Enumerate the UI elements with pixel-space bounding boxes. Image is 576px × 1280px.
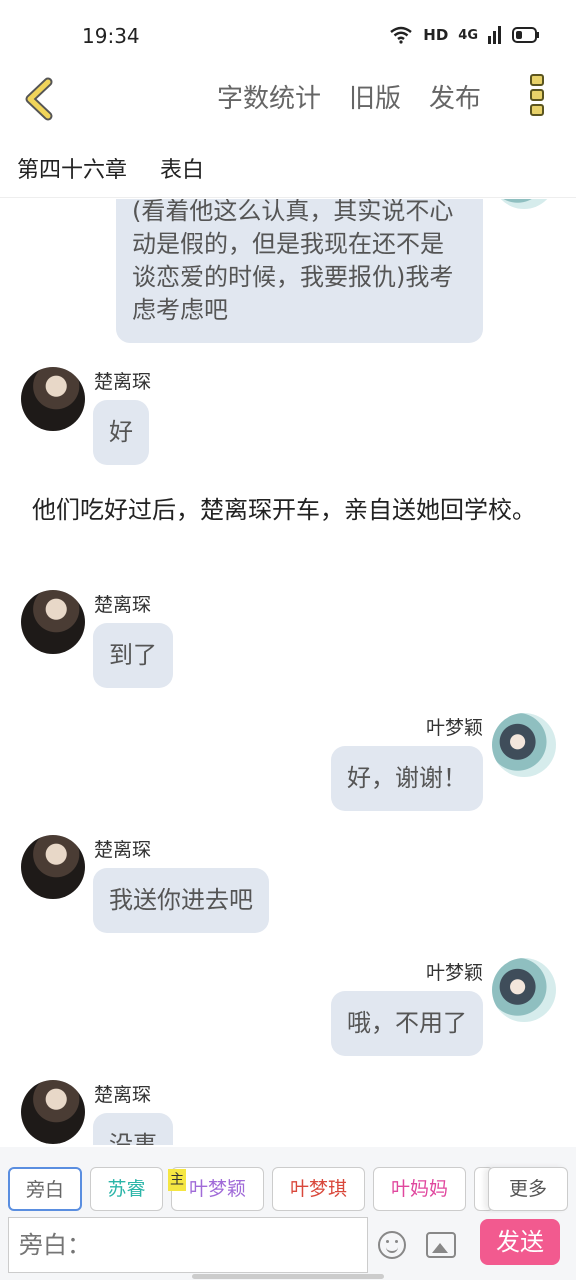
role-selector: 旁白 苏睿 叶梦颖 叶梦琪 叶妈妈 更多 bbox=[0, 1147, 576, 1213]
chat-bubble[interactable]: 我送你进去吧 bbox=[93, 868, 269, 933]
sender-name: 楚离琛 bbox=[94, 839, 152, 861]
network-type: 4G bbox=[458, 27, 478, 43]
more-dot bbox=[530, 104, 544, 116]
role-narrator[interactable]: 旁白 bbox=[8, 1167, 82, 1211]
main-role-badge: 主 bbox=[168, 1169, 186, 1191]
sender-name: 楚离琛 bbox=[94, 594, 152, 616]
avatar[interactable] bbox=[21, 590, 85, 654]
more-dots-icon bbox=[530, 74, 544, 86]
chat-bubble[interactable]: 哦，不用了 bbox=[331, 991, 483, 1056]
chat-bubble[interactable]: 好，谢谢！ bbox=[331, 746, 483, 811]
avatar[interactable] bbox=[21, 1080, 85, 1144]
chat-bubble[interactable]: (看着他这么认真，其实说不心动是假的，但是我现在还不是谈恋爱的时候，我要报仇)我… bbox=[116, 199, 483, 343]
sender-name: 楚离琛 bbox=[94, 371, 152, 393]
input-row: 发送 bbox=[0, 1213, 576, 1280]
avatar[interactable] bbox=[21, 367, 85, 431]
narration-text[interactable]: 他们吃好过后，楚离琛开车，亲自送她回学校。 bbox=[32, 492, 542, 528]
battery-icon bbox=[512, 27, 539, 43]
avatar[interactable] bbox=[492, 958, 556, 1022]
word-count-button[interactable]: 字数统计 bbox=[217, 78, 321, 115]
top-nav: 字数统计 旧版 发布 bbox=[0, 68, 576, 126]
signal-icon bbox=[488, 26, 501, 44]
nav-actions: 字数统计 旧版 发布 bbox=[217, 78, 481, 115]
role-label: 叶妈妈 bbox=[390, 1178, 448, 1200]
back-button[interactable] bbox=[18, 72, 62, 122]
status-bar: 19:34 HD 4G bbox=[0, 0, 576, 68]
message-text: 没事 bbox=[109, 1131, 157, 1145]
status-icons: HD 4G bbox=[389, 26, 540, 44]
role-label: 叶梦颖 bbox=[188, 1178, 246, 1200]
role-label: 旁白 bbox=[25, 1179, 64, 1201]
more-roles-button[interactable]: 更多 bbox=[488, 1167, 568, 1211]
message-text: 好 bbox=[109, 418, 133, 446]
chapter-title[interactable]: 表白 bbox=[160, 152, 204, 184]
role-label: 更多 bbox=[508, 1178, 547, 1200]
chevron-left-icon bbox=[25, 77, 53, 121]
role-label: 苏睿 bbox=[107, 1178, 146, 1200]
chat-bubble[interactable]: 好 bbox=[93, 400, 149, 465]
old-version-button[interactable]: 旧版 bbox=[349, 78, 401, 115]
chat-bubble[interactable]: 到了 bbox=[93, 623, 173, 688]
publish-button[interactable]: 发布 bbox=[429, 78, 481, 115]
sender-name: 楚离琛 bbox=[94, 1084, 152, 1106]
chapter-number[interactable]: 第四十六章 bbox=[17, 152, 127, 184]
chat-area[interactable]: (看着他这么认真，其实说不心动是假的，但是我现在还不是谈恋爱的时候，我要报仇)我… bbox=[0, 199, 576, 1145]
message-text: 我送你进去吧 bbox=[109, 886, 253, 914]
sender-name: 叶梦颖 bbox=[425, 717, 483, 739]
status-time: 19:34 bbox=[82, 24, 140, 48]
hd-indicator: HD bbox=[423, 26, 449, 44]
emoji-icon[interactable] bbox=[378, 1231, 406, 1259]
more-dot bbox=[530, 89, 544, 101]
role-ye-mama[interactable]: 叶妈妈 bbox=[373, 1167, 466, 1211]
message-text: 好，谢谢！ bbox=[347, 764, 467, 792]
message-input[interactable] bbox=[8, 1217, 368, 1273]
message-text: 到了 bbox=[109, 641, 157, 669]
sender-name: 叶梦颖 bbox=[425, 962, 483, 984]
chapter-header: 第四十六章 表白 bbox=[0, 140, 576, 198]
role-label: 叶梦琪 bbox=[289, 1178, 347, 1200]
message-text: 哦，不用了 bbox=[347, 1009, 467, 1037]
role-ye-mengqi[interactable]: 叶梦琪 bbox=[272, 1167, 365, 1211]
home-indicator bbox=[192, 1274, 384, 1279]
avatar[interactable] bbox=[492, 713, 556, 777]
send-button[interactable]: 发送 bbox=[480, 1219, 560, 1265]
avatar[interactable] bbox=[492, 199, 556, 209]
image-icon[interactable] bbox=[426, 1232, 456, 1258]
role-surui[interactable]: 苏睿 bbox=[90, 1167, 163, 1211]
message-text: (看着他这么认真，其实说不心动是假的，但是我现在还不是谈恋爱的时候，我要报仇)我… bbox=[132, 199, 454, 324]
avatar[interactable] bbox=[21, 835, 85, 899]
more-menu-button[interactable] bbox=[530, 74, 546, 120]
chat-bubble[interactable]: 没事 bbox=[93, 1113, 173, 1145]
wifi-icon bbox=[390, 26, 413, 44]
